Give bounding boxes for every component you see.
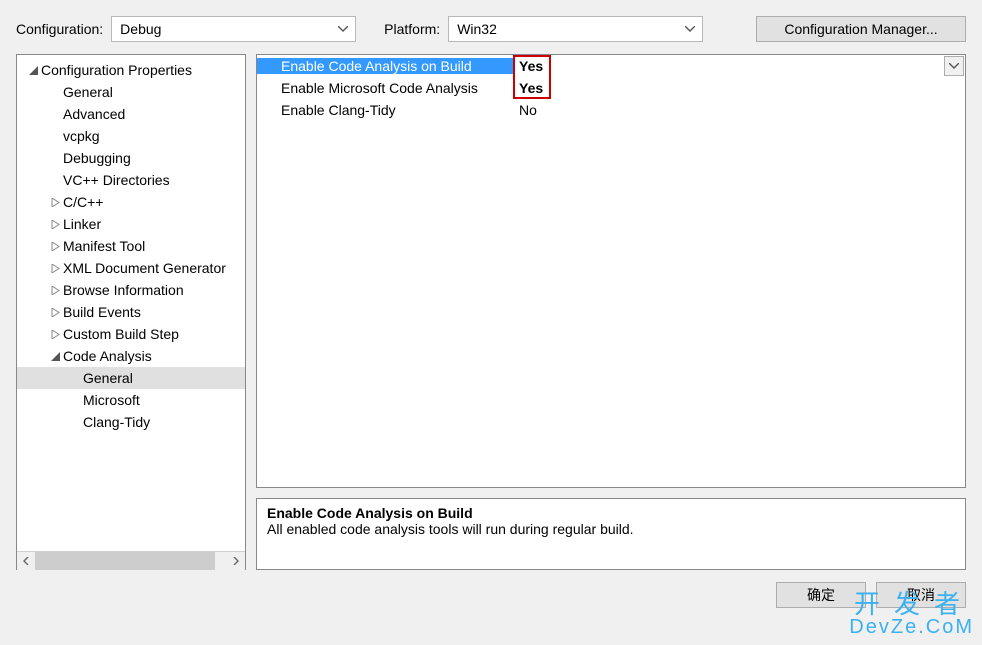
tree-item-label: Build Events [63,304,141,320]
property-grid: Enable Code Analysis on BuildYesEnable M… [256,54,966,488]
tree-item[interactable]: Debugging [17,147,245,169]
expander-open-icon[interactable] [27,66,39,75]
tree-item[interactable]: VC++ Directories [17,169,245,191]
property-name: Enable Microsoft Code Analysis [257,80,515,96]
tree-item[interactable]: Clang-Tidy [17,411,245,433]
right-panel: Enable Code Analysis on BuildYesEnable M… [256,54,966,570]
property-row[interactable]: Enable Clang-TidyNo [257,99,965,121]
ok-button[interactable]: 确定 [776,582,866,608]
horizontal-scrollbar[interactable] [17,551,245,569]
tree-item-label: C/C++ [63,194,103,210]
tree-root[interactable]: Configuration Properties [17,59,245,81]
scroll-left-button[interactable] [17,552,35,570]
tree-item-label: Advanced [63,106,125,122]
chevron-down-icon [335,21,351,37]
tree-item-label: Clang-Tidy [83,414,150,430]
tree-item-label: Code Analysis [63,348,152,364]
configuration-manager-button[interactable]: Configuration Manager... [756,16,966,42]
tree-item[interactable]: XML Document Generator [17,257,245,279]
description-title: Enable Code Analysis on Build [267,505,955,521]
platform-dropdown[interactable]: Win32 [448,16,703,42]
tree-item[interactable]: Browse Information [17,279,245,301]
tree-scroll[interactable]: Configuration Properties General Advanced… [17,55,245,551]
tree-item[interactable]: Custom Build Step [17,323,245,345]
tree-item-label: XML Document Generator [63,260,226,276]
configuration-value: Debug [120,21,161,37]
scrollbar-track[interactable] [35,552,227,570]
chevron-down-icon [682,21,698,37]
configuration-dropdown[interactable]: Debug [111,16,356,42]
property-value[interactable]: Yes [515,58,944,74]
property-value[interactable]: Yes [515,80,965,96]
expander-closed-icon[interactable] [49,286,61,295]
expander-closed-icon[interactable] [49,308,61,317]
expander-closed-icon[interactable] [49,264,61,273]
cancel-button[interactable]: 取消 [876,582,966,608]
tree-item-label: vcpkg [63,128,100,144]
tree-item[interactable]: Code Analysis [17,345,245,367]
expander-closed-icon[interactable] [49,330,61,339]
watermark-line2: DevZe.CoM [849,617,974,637]
tree-item-label: VC++ Directories [63,172,170,188]
property-row[interactable]: Enable Microsoft Code AnalysisYes [257,77,965,99]
description-panel: Enable Code Analysis on Build All enable… [256,498,966,570]
property-value[interactable]: No [515,102,965,118]
tree-item[interactable]: vcpkg [17,125,245,147]
property-name: Enable Code Analysis on Build [257,58,515,74]
dialog-button-row: 确定 取消 [0,570,982,608]
description-body: All enabled code analysis tools will run… [267,521,955,537]
tree-panel: Configuration Properties General Advanced… [16,54,246,570]
expander-closed-icon[interactable] [49,220,61,229]
platform-value: Win32 [457,21,497,37]
tree-item-label: General [83,370,133,386]
tree-item[interactable]: Manifest Tool [17,235,245,257]
property-name: Enable Clang-Tidy [257,102,515,118]
top-toolbar: Configuration: Debug Platform: Win32 Con… [0,0,982,50]
tree-item-label: Custom Build Step [63,326,179,342]
tree-item-label: Debugging [63,150,131,166]
tree-item[interactable]: Linker [17,213,245,235]
tree-item[interactable]: C/C++ [17,191,245,213]
tree-item[interactable]: General [17,367,245,389]
main-area: Configuration Properties General Advanced… [0,50,982,570]
tree-item[interactable]: Build Events [17,301,245,323]
expander-closed-icon[interactable] [49,242,61,251]
scrollbar-thumb[interactable] [35,552,215,570]
tree-item[interactable]: Microsoft [17,389,245,411]
tree-item-label: Browse Information [63,282,184,298]
tree-item-label: Microsoft [83,392,140,408]
expander-closed-icon[interactable] [49,198,61,207]
tree-item-label: Linker [63,216,101,232]
tree-item[interactable]: General [17,81,245,103]
expander-open-icon[interactable] [49,352,61,361]
property-row[interactable]: Enable Code Analysis on BuildYes [257,55,965,77]
tree-item-label: General [63,84,113,100]
tree-item[interactable]: Advanced [17,103,245,125]
value-dropdown-button[interactable] [944,56,964,76]
configuration-label: Configuration: [16,21,103,37]
scroll-right-button[interactable] [227,552,245,570]
platform-label: Platform: [384,21,440,37]
tree-item-label: Manifest Tool [63,238,145,254]
